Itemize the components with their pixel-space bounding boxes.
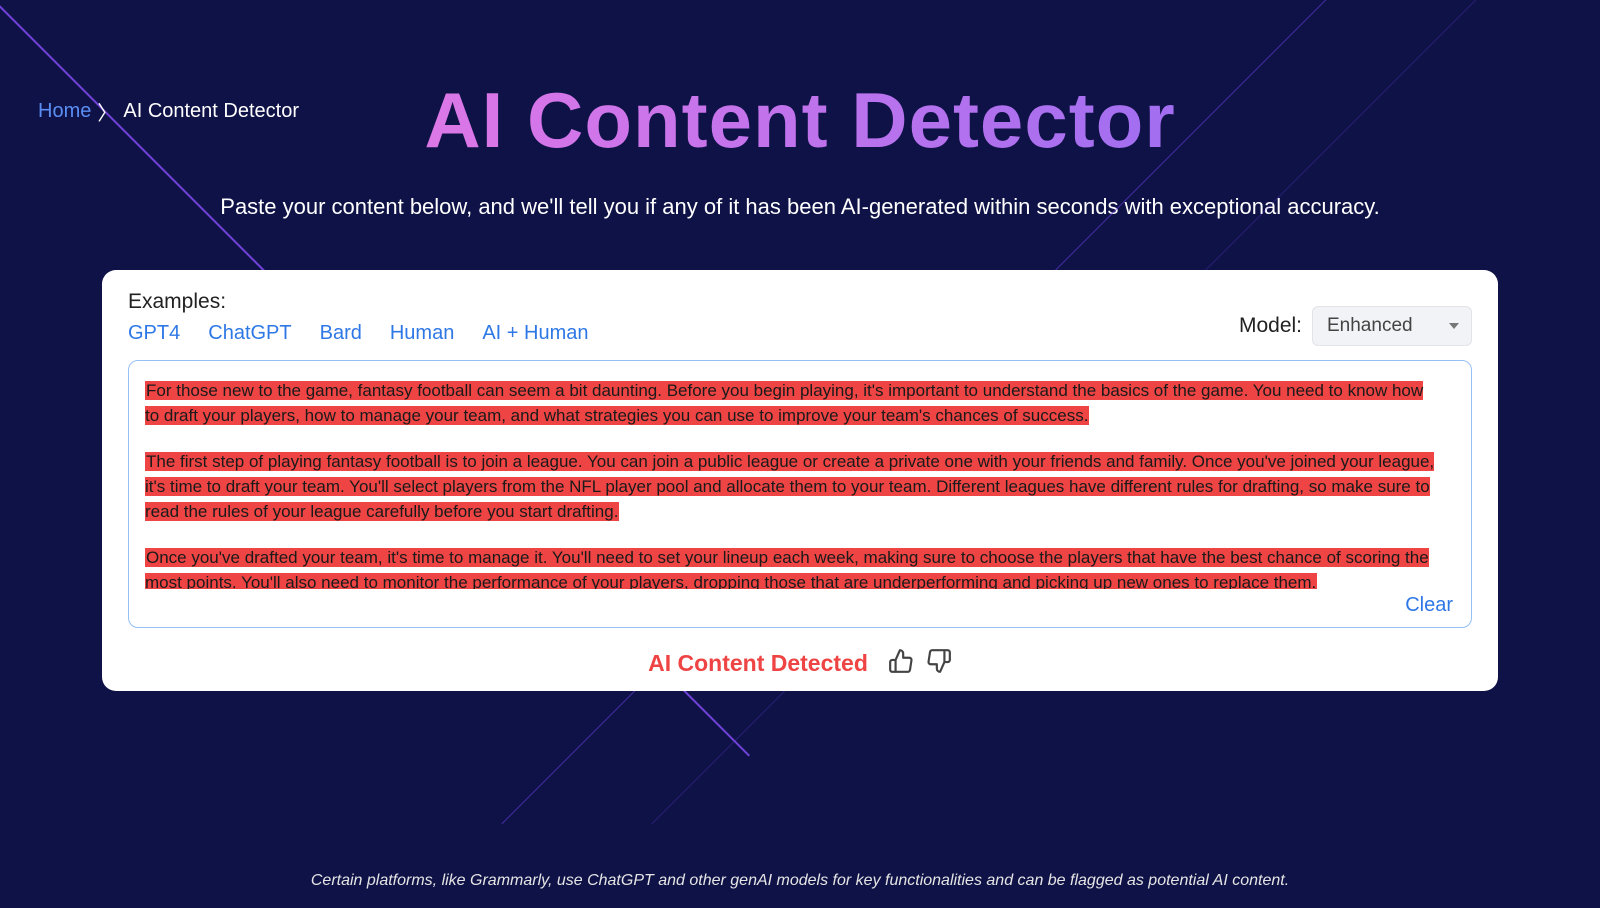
content-paragraph: For those new to the game, fantasy footb… xyxy=(145,379,1435,428)
thumbs-down-icon[interactable] xyxy=(926,648,952,679)
examples-label: Examples: xyxy=(128,290,589,314)
chevron-down-icon xyxy=(1449,323,1459,329)
examples-block: Examples: GPT4 ChatGPT Bard Human AI + H… xyxy=(128,290,589,345)
feedback-icons xyxy=(888,648,952,679)
thumbs-up-icon[interactable] xyxy=(888,648,914,679)
model-selected-value: Enhanced xyxy=(1327,315,1413,336)
breadcrumb-current: AI Content Detector xyxy=(123,100,299,123)
examples-links: GPT4 ChatGPT Bard Human AI + Human xyxy=(128,322,589,345)
result-text: AI Content Detected xyxy=(648,650,868,677)
example-link-gpt4[interactable]: GPT4 xyxy=(128,322,180,345)
highlighted-text: For those new to the game, fantasy footb… xyxy=(145,381,1423,425)
example-link-chatgpt[interactable]: ChatGPT xyxy=(208,322,291,345)
result-row: AI Content Detected xyxy=(128,648,1472,679)
content-paragraph: The first step of playing fantasy footba… xyxy=(145,450,1435,524)
model-selector-wrap: Model: Enhanced xyxy=(1239,306,1472,346)
breadcrumb: Home 〉 AI Content Detector xyxy=(38,97,299,126)
model-label: Model: xyxy=(1239,314,1302,338)
example-link-ai-human[interactable]: AI + Human xyxy=(482,322,588,345)
highlighted-text: Once you've drafted your team, it's time… xyxy=(145,548,1429,589)
example-link-bard[interactable]: Bard xyxy=(320,322,362,345)
breadcrumb-home-link[interactable]: Home xyxy=(38,100,91,123)
highlighted-text: The first step of playing fantasy footba… xyxy=(145,452,1434,520)
page-subtitle: Paste your content below, and we'll tell… xyxy=(0,194,1600,220)
content-textbox[interactable]: For those new to the game, fantasy footb… xyxy=(128,360,1472,628)
breadcrumb-separator: 〉 xyxy=(97,97,117,126)
content-paragraph: Once you've drafted your team, it's time… xyxy=(145,546,1435,589)
clear-button[interactable]: Clear xyxy=(1405,594,1453,617)
example-link-human[interactable]: Human xyxy=(390,322,454,345)
content-scroll-area[interactable]: For those new to the game, fantasy footb… xyxy=(145,379,1455,589)
disclaimer-text: Certain platforms, like Grammarly, use C… xyxy=(0,872,1600,890)
detector-card: Examples: GPT4 ChatGPT Bard Human AI + H… xyxy=(102,270,1498,691)
model-select[interactable]: Enhanced xyxy=(1312,306,1472,346)
